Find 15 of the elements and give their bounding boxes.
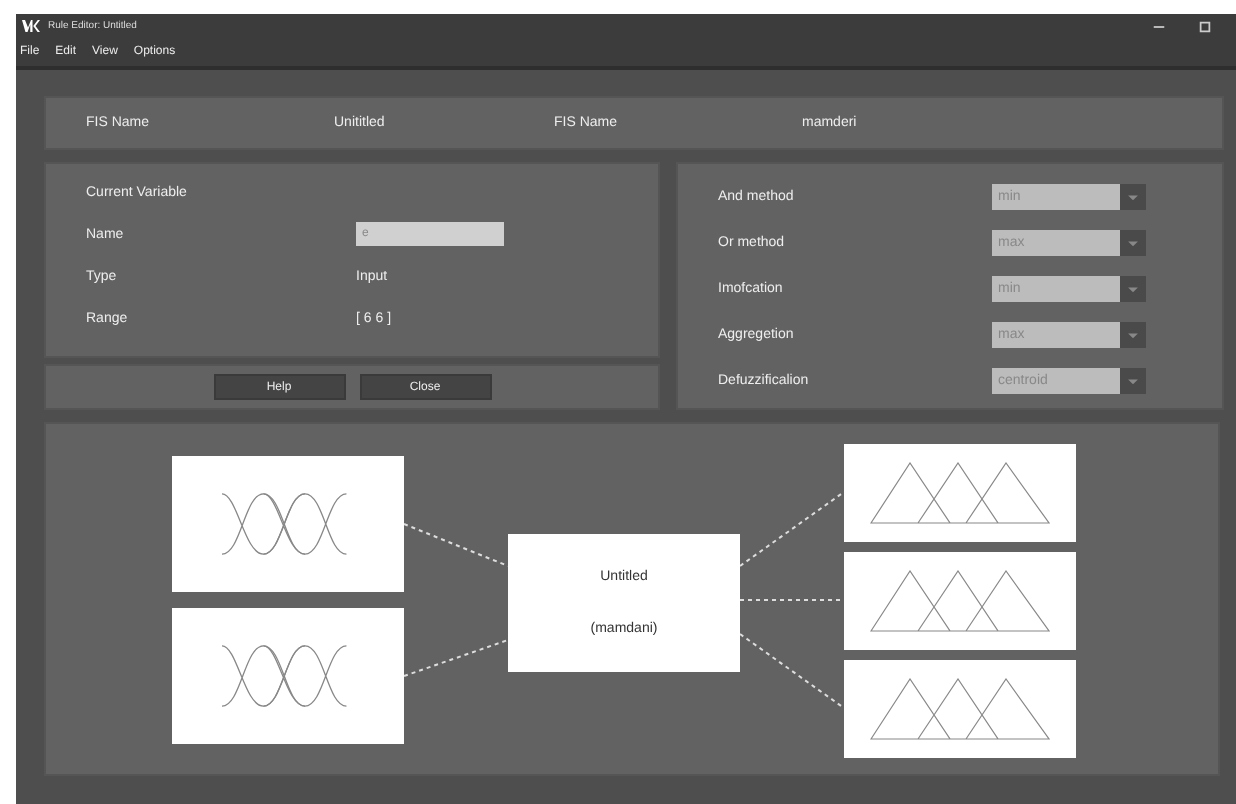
triangles-icon bbox=[870, 570, 1050, 632]
triangles-icon bbox=[870, 678, 1050, 740]
connector-line bbox=[739, 633, 845, 709]
connector-line bbox=[403, 639, 509, 677]
triangles-icon bbox=[870, 462, 1050, 524]
output-node[interactable] bbox=[844, 444, 1076, 542]
connector-line bbox=[403, 523, 509, 567]
output-node[interactable] bbox=[844, 660, 1076, 758]
input-node[interactable] bbox=[172, 456, 404, 592]
connector-line bbox=[739, 491, 845, 567]
output-node[interactable] bbox=[844, 552, 1076, 650]
maximize-icon[interactable] bbox=[1198, 19, 1212, 33]
app-logo-icon bbox=[22, 20, 40, 32]
connector-line bbox=[739, 599, 845, 601]
input-node[interactable] bbox=[172, 608, 404, 744]
